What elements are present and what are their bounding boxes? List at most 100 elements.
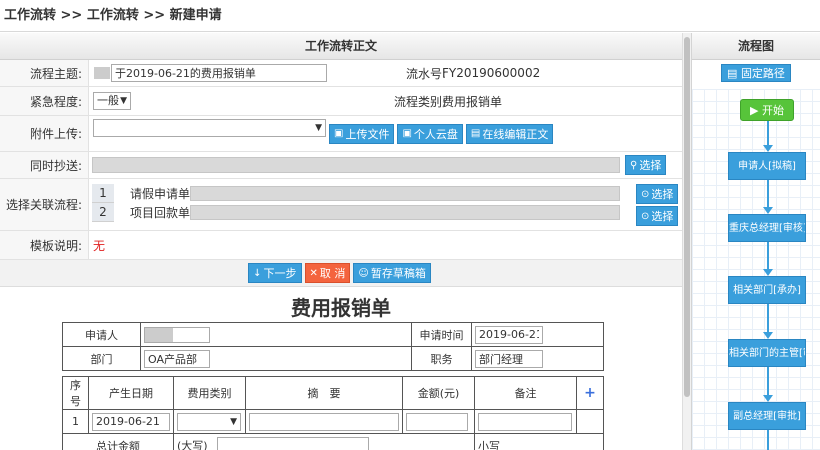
flow-chart: ▶ 开始 申请人[拟稿] 重庆总经理[审核] 相关部门[承办] 相关部门的主管[… xyxy=(692,89,820,450)
upload-file-button[interactable]: ▣ 上传文件 xyxy=(329,123,395,144)
flow-node[interactable]: 相关部门的主管[审批] xyxy=(728,339,806,367)
row-num: 1 xyxy=(62,409,89,434)
urgency-label: 紧急程度: xyxy=(0,87,89,115)
flow-node[interactable]: 申请人[拟稿] xyxy=(728,152,806,180)
subject-input[interactable] xyxy=(111,64,327,82)
row-category-cell: ▼ xyxy=(173,409,246,434)
position-cell xyxy=(471,346,604,371)
dropdown-arrow-icon: ▼ xyxy=(230,416,237,427)
section-title: 工作流转正文 xyxy=(0,33,682,60)
urgency-value: 一般 xyxy=(97,94,119,107)
save-draft-button[interactable]: ☺ 暂存草稿箱 xyxy=(353,263,431,283)
expense-row: 1 ▼ xyxy=(62,409,604,434)
row-category-select[interactable]: ▼ xyxy=(177,412,241,431)
apply-time-label: 申请时间 xyxy=(411,322,472,347)
flow-arrow-icon xyxy=(763,332,773,339)
flow-title: 流程图 xyxy=(692,33,820,60)
col-header: 金额(元) xyxy=(402,376,475,410)
applicant-cell xyxy=(140,322,412,347)
online-edit-button[interactable]: ▤ 在线编辑正文 xyxy=(465,123,554,144)
upper-input[interactable] xyxy=(217,436,370,450)
cancel-button[interactable]: ✕ 取 消 xyxy=(304,263,351,283)
template-label: 模板说明: xyxy=(0,231,89,259)
related-select-button-2[interactable]: ⊙ 选择 xyxy=(636,206,679,226)
form-header-table: 申请人 申请时间 部门 职务 xyxy=(62,322,604,371)
flow-connector xyxy=(767,180,769,207)
related-name: 项目回款单 xyxy=(130,206,191,220)
dropdown-arrow-icon: ▼ xyxy=(120,96,127,106)
close-icon: ✕ xyxy=(309,267,318,279)
search-icon: ⚲ xyxy=(630,159,638,171)
scrollbar[interactable] xyxy=(682,33,691,450)
expense-table: 序号 产生日期 费用类别 摘 要 金额(元) 备注 + 1 ▼ 总计金额 (大写… xyxy=(62,376,604,450)
document-icon: ▤ xyxy=(727,67,741,80)
redacted-name-block xyxy=(94,67,110,79)
cc-label: 同时抄送: xyxy=(0,152,89,178)
dept-input[interactable] xyxy=(144,349,210,368)
related-input[interactable] xyxy=(190,205,620,220)
category-value: 费用报销单 xyxy=(442,94,503,109)
related-item: 1 请假申请单 xyxy=(92,184,680,203)
flow-arrow-icon xyxy=(763,269,773,276)
subject-label: 流程主题: xyxy=(0,60,89,86)
row-note-input[interactable] xyxy=(478,412,572,431)
related-select-button-1[interactable]: ⊙ 选择 xyxy=(636,184,679,204)
row-amount-input[interactable] xyxy=(406,412,468,431)
flow-connector xyxy=(767,304,769,332)
related-num: 2 xyxy=(92,203,114,222)
related-table: 1 请假申请单 2 项目回款单 xyxy=(92,184,680,222)
attach-row: 附件上传: ▼ ▣ 上传文件 ▣ 个人云盘 ▤ 在线编辑正文 xyxy=(0,116,682,152)
flow-arrow-icon xyxy=(763,395,773,402)
position-label: 职务 xyxy=(411,346,472,371)
col-header: 摘 要 xyxy=(245,376,403,410)
total-row: 总计金额 (大写) 小写 xyxy=(62,433,604,450)
document-icon: ▤ xyxy=(470,128,481,139)
template-value: 无 xyxy=(93,238,106,253)
urgency-select[interactable]: 一般 ▼ xyxy=(93,92,131,110)
flow-connector xyxy=(767,121,769,145)
personal-cloud-button[interactable]: ▣ 个人云盘 xyxy=(397,123,463,144)
row-summary-input[interactable] xyxy=(249,412,399,431)
related-name: 请假申请单 xyxy=(130,187,191,201)
flow-panel: 流程图 ▤ 固定路径(3) ▶ 开始 申请人[拟稿] 重庆总经理[审核] 相关部… xyxy=(691,33,820,450)
fixed-path-button[interactable]: ▤ 固定路径(3) xyxy=(721,64,791,98)
col-header: 备注 xyxy=(474,376,577,410)
applicant-label: 申请人 xyxy=(62,322,141,347)
lower-cell: 小写 xyxy=(474,433,604,450)
dept-label: 部门 xyxy=(62,346,141,371)
play-icon: ▶ xyxy=(750,104,759,117)
attach-label: 附件上传: xyxy=(0,116,89,151)
cc-input[interactable] xyxy=(92,157,620,173)
apply-time-cell xyxy=(471,322,604,347)
smile-icon: ☺ xyxy=(358,267,369,279)
total-label: 总计金额 xyxy=(62,433,174,450)
template-row: 模板说明: 无 xyxy=(0,231,682,260)
row-note-cell xyxy=(474,409,577,434)
attach-select[interactable]: ▼ xyxy=(93,118,326,137)
urgency-row: 紧急程度: 一般 ▼ 流程类别: 费用报销单 xyxy=(0,87,682,116)
row-date-cell xyxy=(88,409,174,434)
row-amount-cell xyxy=(402,409,475,434)
serial-label: 流水号: xyxy=(405,66,446,81)
col-header: 序号 xyxy=(62,376,89,410)
flow-node[interactable]: 相关部门[承办] xyxy=(728,276,806,304)
category-label: 流程类别: xyxy=(393,94,446,109)
serial-value: FY20190600002 xyxy=(442,66,541,80)
col-header: 产生日期 xyxy=(88,376,174,410)
scroll-thumb[interactable] xyxy=(684,37,690,397)
row-date-input[interactable] xyxy=(92,412,170,431)
applicant-input[interactable] xyxy=(144,326,210,343)
related-input[interactable] xyxy=(190,186,620,201)
position-input[interactable] xyxy=(475,349,543,368)
apply-time-input[interactable] xyxy=(475,325,543,344)
related-num: 1 xyxy=(92,184,114,203)
flow-start-node[interactable]: ▶ 开始 xyxy=(740,99,794,121)
flow-connector xyxy=(767,430,769,450)
check-circle-icon: ⊙ xyxy=(641,210,650,222)
flow-node[interactable]: 副总经理[审批] xyxy=(728,402,806,430)
flow-node[interactable]: 重庆总经理[审核] xyxy=(728,214,806,242)
next-step-button[interactable]: ↓ 下一步 xyxy=(248,263,302,283)
add-row-icon[interactable]: + xyxy=(576,376,604,410)
cc-select-button[interactable]: ⚲ 选择 xyxy=(625,155,667,175)
col-header: 费用类别 xyxy=(173,376,246,410)
